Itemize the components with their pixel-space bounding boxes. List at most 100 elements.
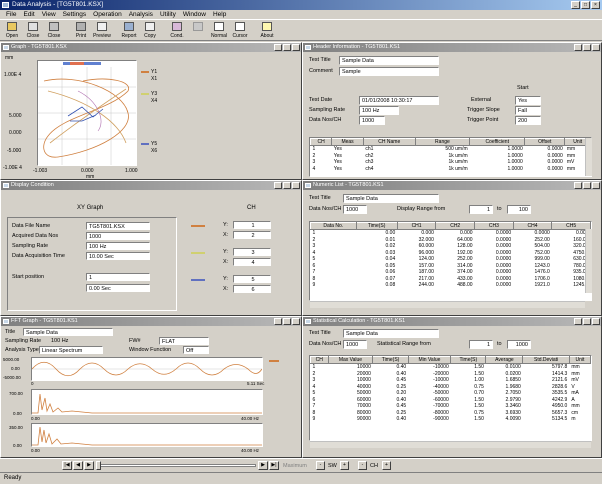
fft-close-button[interactable] xyxy=(292,318,300,325)
table-row[interactable]: 1 Yes ch1 500 um/m 1.0000 0.0000 mm xyxy=(311,146,591,153)
condition-button[interactable]: Cond. xyxy=(167,20,187,41)
test-title-field[interactable]: Sample Data xyxy=(339,56,439,65)
open-button[interactable]: Open xyxy=(2,20,22,41)
about-button[interactable]: About xyxy=(257,20,277,41)
col-stat-unit[interactable]: Unit xyxy=(568,356,591,364)
menu-edit[interactable]: Edit xyxy=(23,10,34,19)
report-button[interactable]: Report xyxy=(119,20,139,41)
col-range[interactable]: Range xyxy=(414,138,471,146)
fft-maximize-button[interactable] xyxy=(283,318,291,325)
stats-to-field[interactable]: 1000 xyxy=(507,340,531,349)
comment-field[interactable]: Sample xyxy=(339,67,439,76)
copy-button[interactable]: Copy xyxy=(140,20,160,41)
close-button[interactable]: × xyxy=(591,1,600,9)
maximize-button[interactable]: □ xyxy=(581,1,590,9)
minimize-button[interactable]: _ xyxy=(571,1,580,9)
col-time[interactable]: Time(S) xyxy=(355,222,398,230)
print-button[interactable]: Print xyxy=(71,20,91,41)
menu-file[interactable]: File xyxy=(6,10,16,19)
prev-frame-button[interactable]: ◀ xyxy=(73,461,83,470)
stats-table-scrollbar-h[interactable] xyxy=(310,441,591,448)
numeric-table[interactable]: Data No. Time(S) CH1 CH2 CH3 CH4 CH5 1 0.… xyxy=(309,221,592,301)
numeric-table-scrollbar-h[interactable] xyxy=(310,301,585,308)
pair-3-y-field[interactable]: 5 xyxy=(233,275,271,283)
disabled-tool-button[interactable] xyxy=(188,20,208,41)
close-file-button[interactable]: Close xyxy=(23,20,43,41)
col-ch1[interactable]: CH1 xyxy=(396,222,437,230)
col-max-value[interactable]: Max Value xyxy=(327,356,374,364)
graph-plot-area[interactable] xyxy=(37,60,137,166)
col-data-no[interactable]: Data No. xyxy=(310,222,357,230)
table-row[interactable]: 4 Yes ch4 1k um/m 1.0000 0.0000 mm xyxy=(311,166,591,173)
sw-up-button[interactable]: + xyxy=(340,461,349,470)
normal-button[interactable]: Normal xyxy=(209,20,229,41)
header-minimize-button[interactable] xyxy=(574,44,582,51)
menu-operation[interactable]: Operation xyxy=(93,10,122,19)
pair-1-x-field[interactable]: 2 xyxy=(233,231,271,239)
col-average[interactable]: Average xyxy=(485,356,524,364)
play-button[interactable]: ▶ xyxy=(84,461,94,470)
spectrum-plot-1[interactable] xyxy=(31,389,263,415)
stats-from-field[interactable]: 1 xyxy=(469,340,493,349)
graph-close-button[interactable] xyxy=(292,44,300,51)
stats-close-button[interactable] xyxy=(592,318,600,325)
col-meas[interactable]: Meas xyxy=(331,138,364,146)
header-close-button[interactable] xyxy=(592,44,600,51)
sw-down-button[interactable]: - xyxy=(316,461,325,470)
channel-table[interactable]: CH Meas CH Name Range Coefficient Offset… xyxy=(309,137,592,177)
graph-maximize-button[interactable] xyxy=(283,44,291,51)
first-frame-button[interactable]: |◀ xyxy=(62,461,72,470)
numeric-minimize-button[interactable] xyxy=(574,182,582,189)
stats-minimize-button[interactable] xyxy=(574,318,582,325)
col-max-time[interactable]: Time(S) xyxy=(372,356,409,364)
numeric-from-field[interactable]: 1 xyxy=(469,205,493,214)
pair-3-x-field[interactable]: 6 xyxy=(233,285,271,293)
next-frame-button[interactable]: ▶ xyxy=(258,461,268,470)
menu-analysis[interactable]: Analysis xyxy=(129,10,153,19)
header-maximize-button[interactable] xyxy=(583,44,591,51)
cursor-button[interactable]: Cursor xyxy=(230,20,250,41)
menu-window[interactable]: Window xyxy=(183,10,206,19)
channel-table-scrollbar[interactable] xyxy=(585,138,592,176)
position-slider-thumb[interactable] xyxy=(96,461,101,470)
numeric-close-button[interactable] xyxy=(592,182,600,189)
display-minimize-button[interactable] xyxy=(274,182,282,189)
table-row[interactable]: 9 0.08 244.00 488.00 0.0000 1921.0 1245.0 xyxy=(311,282,591,289)
col-stat-ch[interactable]: CH xyxy=(310,356,329,364)
col-std-dev[interactable]: Std.Deviati xyxy=(522,356,570,364)
table-row[interactable]: 1 10000 0.40 -10000 1.50 0.0100 5797.8 mm xyxy=(311,364,591,371)
menu-utility[interactable]: Utility xyxy=(160,10,176,19)
col-ch2[interactable]: CH2 xyxy=(435,222,476,230)
table-row[interactable]: 9 90000 0.40 -90000 1.50 4.0090 5134.5 m xyxy=(311,416,591,423)
menu-help[interactable]: Help xyxy=(213,10,226,19)
numeric-maximize-button[interactable] xyxy=(583,182,591,189)
ch-up-button[interactable]: + xyxy=(382,461,391,470)
numeric-table-scrollbar-v[interactable] xyxy=(585,229,592,293)
numeric-to-field[interactable]: 100 xyxy=(507,205,531,214)
pair-2-y-field[interactable]: 3 xyxy=(233,248,271,256)
menu-view[interactable]: View xyxy=(42,10,56,19)
close-all-button[interactable]: Close xyxy=(44,20,64,41)
menu-settings[interactable]: Settings xyxy=(63,10,87,19)
col-ch4[interactable]: CH4 xyxy=(512,222,553,230)
stats-table[interactable]: CH Max Value Time(S) Min Value Time(S) A… xyxy=(309,355,592,441)
time-series-plot[interactable] xyxy=(31,357,263,381)
last-frame-button[interactable]: ▶| xyxy=(269,461,279,470)
graph-minimize-button[interactable] xyxy=(274,44,282,51)
col-ch3[interactable]: CH3 xyxy=(474,222,514,230)
col-min-value[interactable]: Min Value xyxy=(407,356,452,364)
pair-1-y-field[interactable]: 1 xyxy=(233,221,271,229)
position-slider-track[interactable] xyxy=(96,464,256,467)
stats-maximize-button[interactable] xyxy=(583,318,591,325)
preview-button[interactable]: Preview xyxy=(92,20,112,41)
fft-minimize-button[interactable] xyxy=(274,318,282,325)
display-close-button[interactable] xyxy=(292,182,300,189)
spectrum-plot-2[interactable] xyxy=(31,423,263,447)
col-ch[interactable]: CH xyxy=(309,138,333,146)
start-position-field[interactable]: 1 xyxy=(86,273,150,281)
display-maximize-button[interactable] xyxy=(283,182,291,189)
col-ch-name[interactable]: CH Name xyxy=(362,138,416,146)
col-offset[interactable]: Offset xyxy=(524,138,566,146)
col-coefficient[interactable]: Coefficient xyxy=(469,138,526,146)
pair-2-x-field[interactable]: 4 xyxy=(233,258,271,266)
